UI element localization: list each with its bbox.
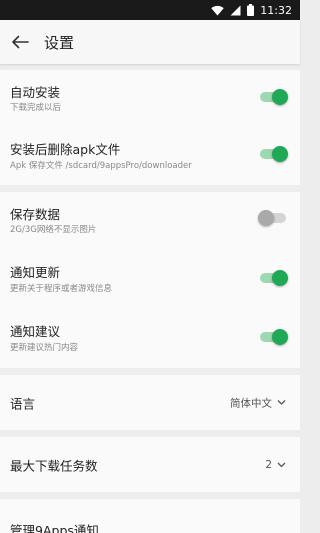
setting-title: 保存数据	[10, 207, 61, 222]
signal-icon	[230, 5, 241, 15]
wifi-icon	[211, 5, 224, 15]
manage-notifications-label: 管理9Apps通知	[10, 523, 99, 533]
language-label: 语言	[10, 396, 36, 411]
save-data-switch[interactable]	[258, 210, 288, 226]
setting-title: 自动安装	[10, 85, 61, 100]
setting-title: 通知更新	[10, 265, 61, 280]
setting-subtitle: 2G/3G网络不显示图片	[10, 225, 97, 235]
setting-subtitle: Apk 保存文件 /sdcard/9appsPro/downloader	[10, 161, 192, 171]
back-button[interactable]	[0, 20, 40, 64]
notify-updates-switch[interactable]	[258, 270, 288, 286]
language-select[interactable]: 简体中文	[230, 395, 286, 410]
auto-install-switch[interactable]	[258, 89, 288, 105]
max-downloads-select[interactable]: 2	[265, 459, 286, 471]
setting-row-auto-install[interactable]: 自动安装 下载完成以后	[0, 70, 300, 127]
setting-subtitle: 更新关于程序或者游戏信息	[10, 284, 113, 294]
max-downloads-label: 最大下载任务数	[10, 458, 98, 473]
setting-row-save-data[interactable]: 保存数据 2G/3G网络不显示图片	[0, 192, 300, 249]
setting-subtitle: 更新建议热门内容	[10, 343, 79, 353]
setting-row-delete-apk[interactable]: 安装后删除apk文件 Apk 保存文件 /sdcard/9appsPro/dow…	[0, 127, 300, 185]
chevron-down-icon	[277, 400, 286, 405]
page-title: 设置	[44, 33, 75, 52]
status-time: 11:32	[260, 3, 292, 17]
manage-notifications-row[interactable]: 管理9Apps通知	[0, 499, 300, 533]
chevron-down-icon	[277, 462, 286, 467]
arrow-left-icon	[12, 35, 29, 49]
max-downloads-value: 2	[265, 458, 272, 471]
notify-suggestions-switch[interactable]	[258, 329, 288, 345]
battery-icon	[247, 4, 255, 16]
status-bar: 11:32	[0, 0, 300, 20]
setting-title: 安装后删除apk文件	[10, 142, 121, 157]
settings-card-data-notify: 保存数据 2G/3G网络不显示图片 通知更新 更新关于程序或者游戏信息 通知建议…	[0, 192, 300, 368]
app-bar: 设置	[0, 20, 300, 64]
setting-row-notify-updates[interactable]: 通知更新 更新关于程序或者游戏信息	[0, 249, 300, 308]
delete-apk-switch[interactable]	[258, 146, 288, 162]
setting-subtitle: 下载完成以后	[10, 103, 62, 113]
setting-title: 通知建议	[10, 324, 61, 339]
language-row[interactable]: 语言 简体中文	[0, 375, 300, 430]
language-value: 简体中文	[230, 397, 272, 409]
max-downloads-row[interactable]: 最大下载任务数 2	[0, 437, 300, 492]
setting-row-notify-suggestions[interactable]: 通知建议 更新建议热门内容	[0, 308, 300, 368]
settings-card-install: 自动安装 下载完成以后 安装后删除apk文件 Apk 保存文件 /sdcard/…	[0, 70, 300, 185]
